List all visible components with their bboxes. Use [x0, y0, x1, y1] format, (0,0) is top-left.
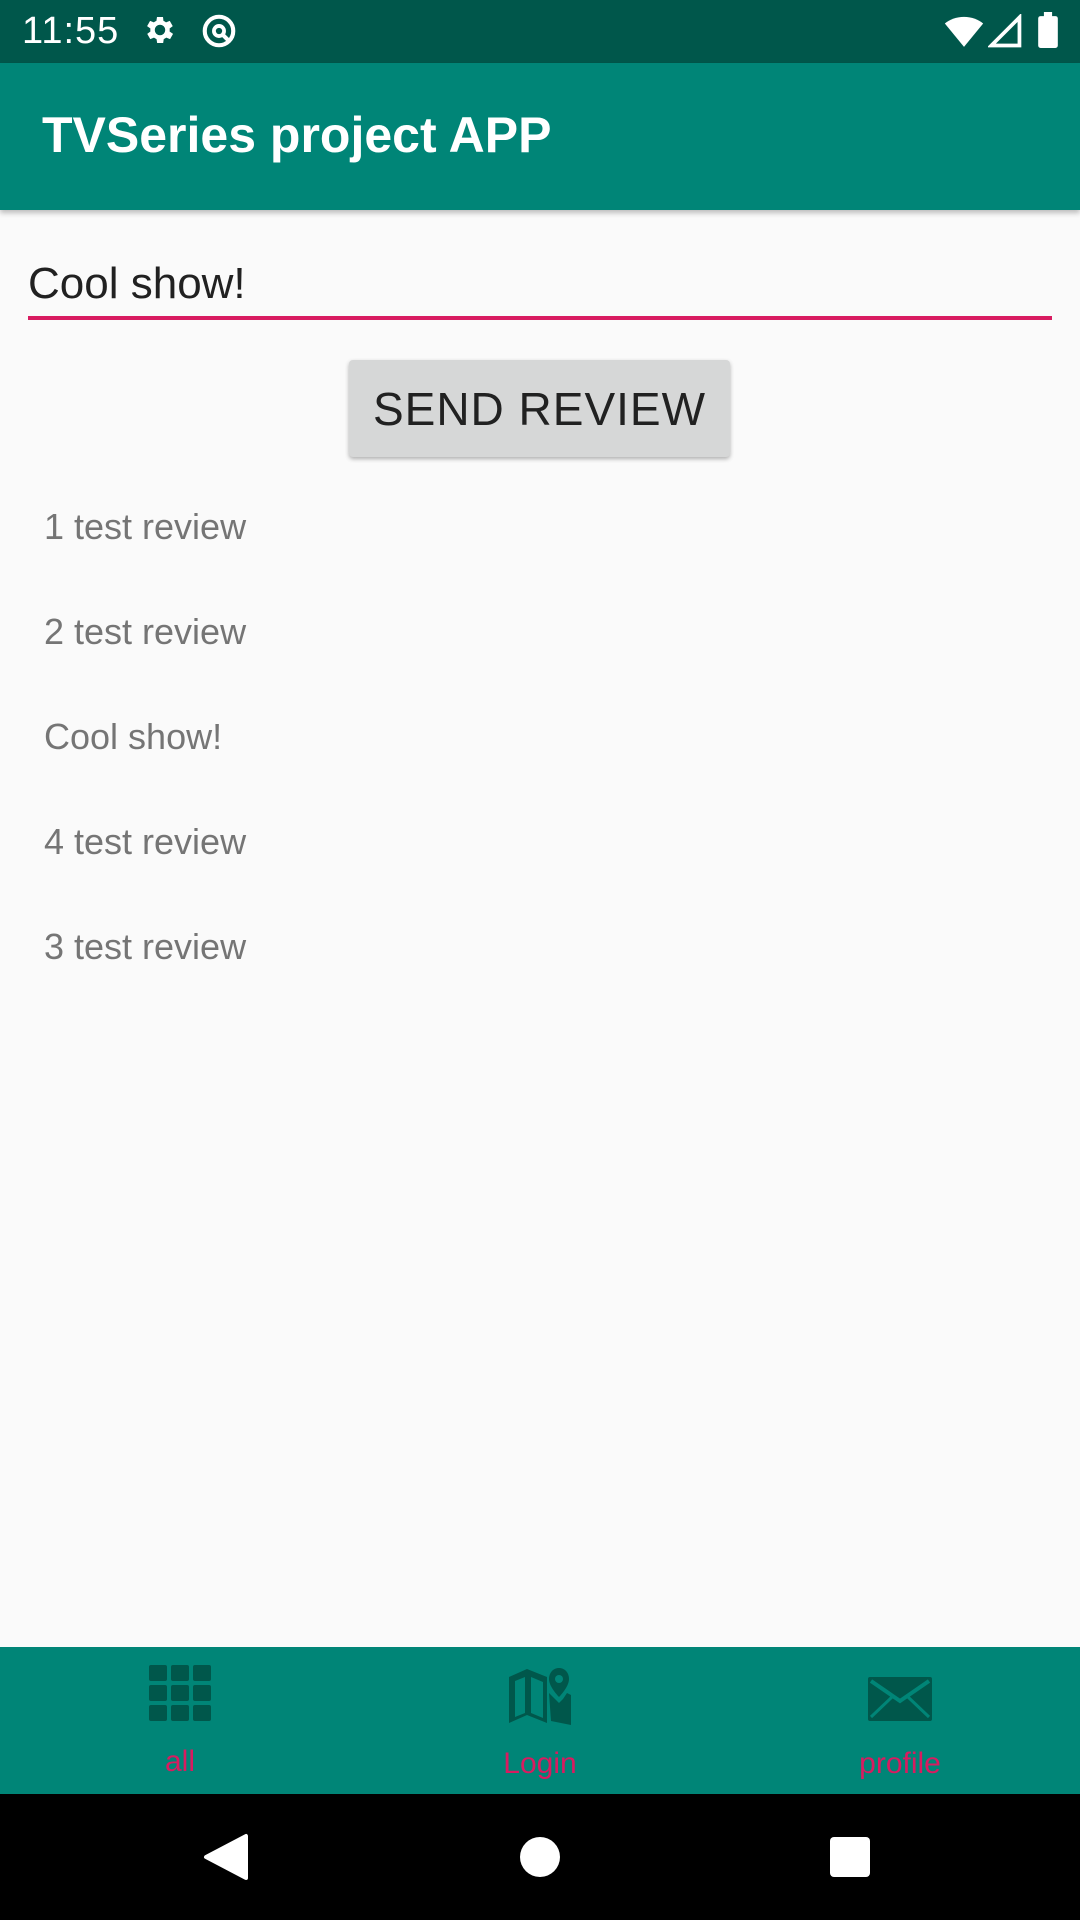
nav-label-login: Login: [503, 1747, 577, 1780]
bottom-navigation: all Login profile: [0, 1647, 1080, 1794]
send-review-button[interactable]: SEND REVIEW: [349, 360, 730, 457]
battery-icon: [1038, 12, 1058, 48]
mail-icon: [868, 1677, 932, 1721]
review-input[interactable]: [28, 252, 1052, 320]
review-item[interactable]: Cool show!: [0, 688, 1080, 793]
status-time: 11:55: [22, 10, 120, 52]
app-bar: TVSeries project APP: [0, 63, 1080, 210]
nav-item-login[interactable]: Login: [360, 1647, 720, 1794]
app-screen: 11:55 TVSeries project APP SEND REVIEW 1…: [0, 0, 1080, 1920]
review-item[interactable]: 3 test review: [0, 898, 1080, 1003]
recents-icon[interactable]: [817, 1824, 883, 1890]
gear-icon: [142, 12, 178, 48]
grid-icon: [149, 1665, 211, 1721]
wifi-icon: [944, 14, 984, 48]
signal-icon: [988, 14, 1022, 48]
review-item[interactable]: 4 test review: [0, 793, 1080, 898]
review-item[interactable]: 1 test review: [0, 478, 1080, 583]
review-item[interactable]: 2 test review: [0, 583, 1080, 688]
map-icon: [509, 1667, 571, 1725]
nav-item-all[interactable]: all: [0, 1647, 360, 1794]
back-icon[interactable]: [192, 1824, 258, 1890]
system-navigation-bar: [0, 1794, 1080, 1920]
review-list: 1 test review 2 test review Cool show! 4…: [0, 478, 1080, 1003]
home-icon[interactable]: [507, 1824, 573, 1890]
nav-label-profile: profile: [859, 1747, 941, 1780]
nav-label-all: all: [164, 1745, 195, 1778]
sync-icon: [200, 12, 238, 50]
status-bar: 11:55: [0, 0, 1080, 63]
app-title: TVSeries project APP: [42, 107, 552, 163]
nav-item-profile[interactable]: profile: [720, 1647, 1080, 1794]
